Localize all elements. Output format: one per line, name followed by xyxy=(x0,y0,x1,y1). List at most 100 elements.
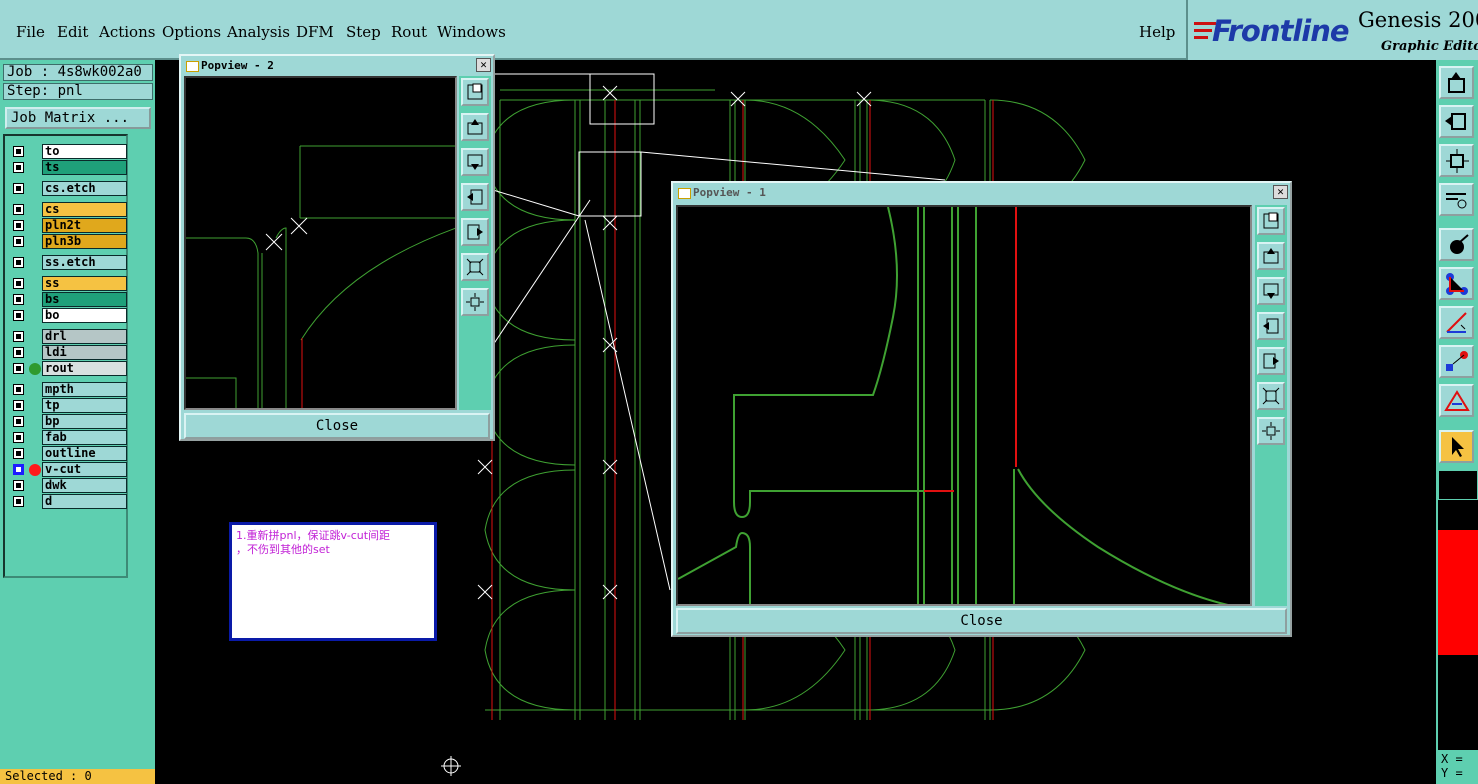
zoom-out-icon[interactable] xyxy=(1257,382,1285,410)
layer-checkbox[interactable] xyxy=(13,310,24,321)
view-left-icon[interactable] xyxy=(1439,105,1474,138)
angle-measure-icon[interactable] xyxy=(1439,306,1474,339)
layer-checkbox[interactable] xyxy=(13,464,24,475)
popview-2-close-button[interactable]: Close xyxy=(184,413,490,439)
layer-checkbox[interactable] xyxy=(13,204,24,215)
layer-name[interactable]: bs xyxy=(42,292,127,307)
layer-row-tp[interactable]: tp xyxy=(7,398,127,413)
pan-left-icon[interactable] xyxy=(461,183,489,211)
layer-row-cs[interactable]: cs xyxy=(7,202,127,217)
menu-step[interactable]: Step xyxy=(346,23,381,41)
layer-name[interactable]: tp xyxy=(42,398,127,413)
layer-row-bs[interactable]: bs xyxy=(7,292,127,307)
layer-name[interactable]: dwk xyxy=(42,478,127,493)
layer-row-drl[interactable]: drl xyxy=(7,329,127,344)
menu-windows[interactable]: Windows xyxy=(437,23,506,41)
measure-icon[interactable] xyxy=(1439,183,1474,216)
layer-row-ldi[interactable]: ldi xyxy=(7,345,127,360)
layer-row-fab[interactable]: fab xyxy=(7,430,127,445)
layer-name[interactable]: pln2t xyxy=(42,218,127,233)
layer-name[interactable]: mpth xyxy=(42,382,127,397)
layer-checkbox[interactable] xyxy=(13,416,24,427)
pan-down-icon[interactable] xyxy=(461,148,489,176)
layer-row-mpth[interactable]: mpth xyxy=(7,382,127,397)
menu-analysis[interactable]: Analysis xyxy=(227,23,290,41)
layer-checkbox[interactable] xyxy=(13,146,24,157)
layer-checkbox[interactable] xyxy=(13,257,24,268)
layer-row-bo[interactable]: bo xyxy=(7,308,127,323)
layer-checkbox[interactable] xyxy=(13,162,24,173)
menu-rout[interactable]: Rout xyxy=(391,23,427,41)
view-up-icon[interactable] xyxy=(1439,66,1474,99)
layer-checkbox[interactable] xyxy=(13,400,24,411)
zoom-in-icon[interactable] xyxy=(461,288,489,316)
layer-name[interactable]: rout xyxy=(42,361,127,376)
job-matrix-button[interactable]: Job Matrix ... xyxy=(5,107,151,129)
layer-checkbox[interactable] xyxy=(13,480,24,491)
zoom-in-icon[interactable] xyxy=(1257,417,1285,445)
layer-row-v-cut[interactable]: v-cut xyxy=(7,462,127,477)
net-connect-icon[interactable] xyxy=(1439,267,1474,300)
popview-2-canvas[interactable] xyxy=(184,76,457,410)
layer-name[interactable]: to xyxy=(42,144,127,159)
layer-row-pln3b[interactable]: pln3b xyxy=(7,234,127,249)
pan-down-icon[interactable] xyxy=(1257,277,1285,305)
pan-right-icon[interactable] xyxy=(1257,347,1285,375)
layer-row-ss.etch[interactable]: ss.etch xyxy=(7,255,127,270)
layer-checkbox[interactable] xyxy=(13,363,24,374)
layer-row-ss[interactable]: ss xyxy=(7,276,127,291)
pan-up-icon[interactable] xyxy=(461,113,489,141)
layer-name[interactable]: fab xyxy=(42,430,127,445)
layer-row-cs.etch[interactable]: cs.etch xyxy=(7,181,127,196)
menu-options[interactable]: Options xyxy=(162,23,221,41)
select-pointer-icon[interactable] xyxy=(1439,430,1474,463)
layer-checkbox[interactable] xyxy=(13,496,24,507)
layer-row-bp[interactable]: bp xyxy=(7,414,127,429)
layer-name[interactable]: drl xyxy=(42,329,127,344)
layer-name[interactable]: ts xyxy=(42,160,127,175)
layer-checkbox[interactable] xyxy=(13,448,24,459)
zoom-home-icon[interactable] xyxy=(1439,144,1474,177)
layer-checkbox[interactable] xyxy=(13,384,24,395)
menu-help[interactable]: Help xyxy=(1139,23,1175,41)
pan-up-icon[interactable] xyxy=(1257,242,1285,270)
layer-name[interactable]: cs xyxy=(42,202,127,217)
close-icon[interactable]: ✕ xyxy=(476,58,491,72)
layer-row-pln2t[interactable]: pln2t xyxy=(7,218,127,233)
layer-name[interactable]: ss.etch xyxy=(42,255,127,270)
layer-checkbox[interactable] xyxy=(13,278,24,289)
layer-name[interactable]: d xyxy=(42,494,127,509)
layer-checkbox[interactable] xyxy=(13,331,24,342)
menu-dfm[interactable]: DFM xyxy=(296,23,334,41)
triangle-measure-icon[interactable] xyxy=(1439,384,1474,417)
layer-name[interactable]: v-cut xyxy=(42,462,127,477)
cross-probe-icon[interactable] xyxy=(1439,345,1474,378)
pan-left-icon[interactable] xyxy=(1257,312,1285,340)
layer-name[interactable]: cs.etch xyxy=(42,181,127,196)
layer-checkbox[interactable] xyxy=(13,183,24,194)
popview-1-close-button[interactable]: Close xyxy=(676,608,1287,634)
menu-actions[interactable]: Actions xyxy=(99,23,155,41)
layer-name[interactable]: bp xyxy=(42,414,127,429)
zoom-out-icon[interactable] xyxy=(461,253,489,281)
pan-right-icon[interactable] xyxy=(461,218,489,246)
layer-row-ts[interactable]: ts xyxy=(7,160,127,175)
layer-checkbox[interactable] xyxy=(13,347,24,358)
layer-name[interactable]: pln3b xyxy=(42,234,127,249)
layer-checkbox[interactable] xyxy=(13,236,24,247)
layer-row-d[interactable]: d xyxy=(7,494,127,509)
menu-edit[interactable]: Edit xyxy=(57,23,88,41)
layer-row-to[interactable]: to xyxy=(7,144,127,159)
layer-row-dwk[interactable]: dwk xyxy=(7,478,127,493)
layer-name[interactable]: ldi xyxy=(42,345,127,360)
layer-name[interactable]: outline xyxy=(42,446,127,461)
popview-1-canvas[interactable] xyxy=(676,205,1252,606)
menu-file[interactable]: File xyxy=(16,23,45,41)
layer-name[interactable]: ss xyxy=(42,276,127,291)
layer-checkbox[interactable] xyxy=(13,220,24,231)
close-icon[interactable]: ✕ xyxy=(1273,185,1288,199)
layer-checkbox[interactable] xyxy=(13,294,24,305)
layer-row-rout[interactable]: rout xyxy=(7,361,127,376)
zoom-fit-icon[interactable] xyxy=(461,78,489,106)
snap-icon[interactable] xyxy=(1439,228,1474,261)
